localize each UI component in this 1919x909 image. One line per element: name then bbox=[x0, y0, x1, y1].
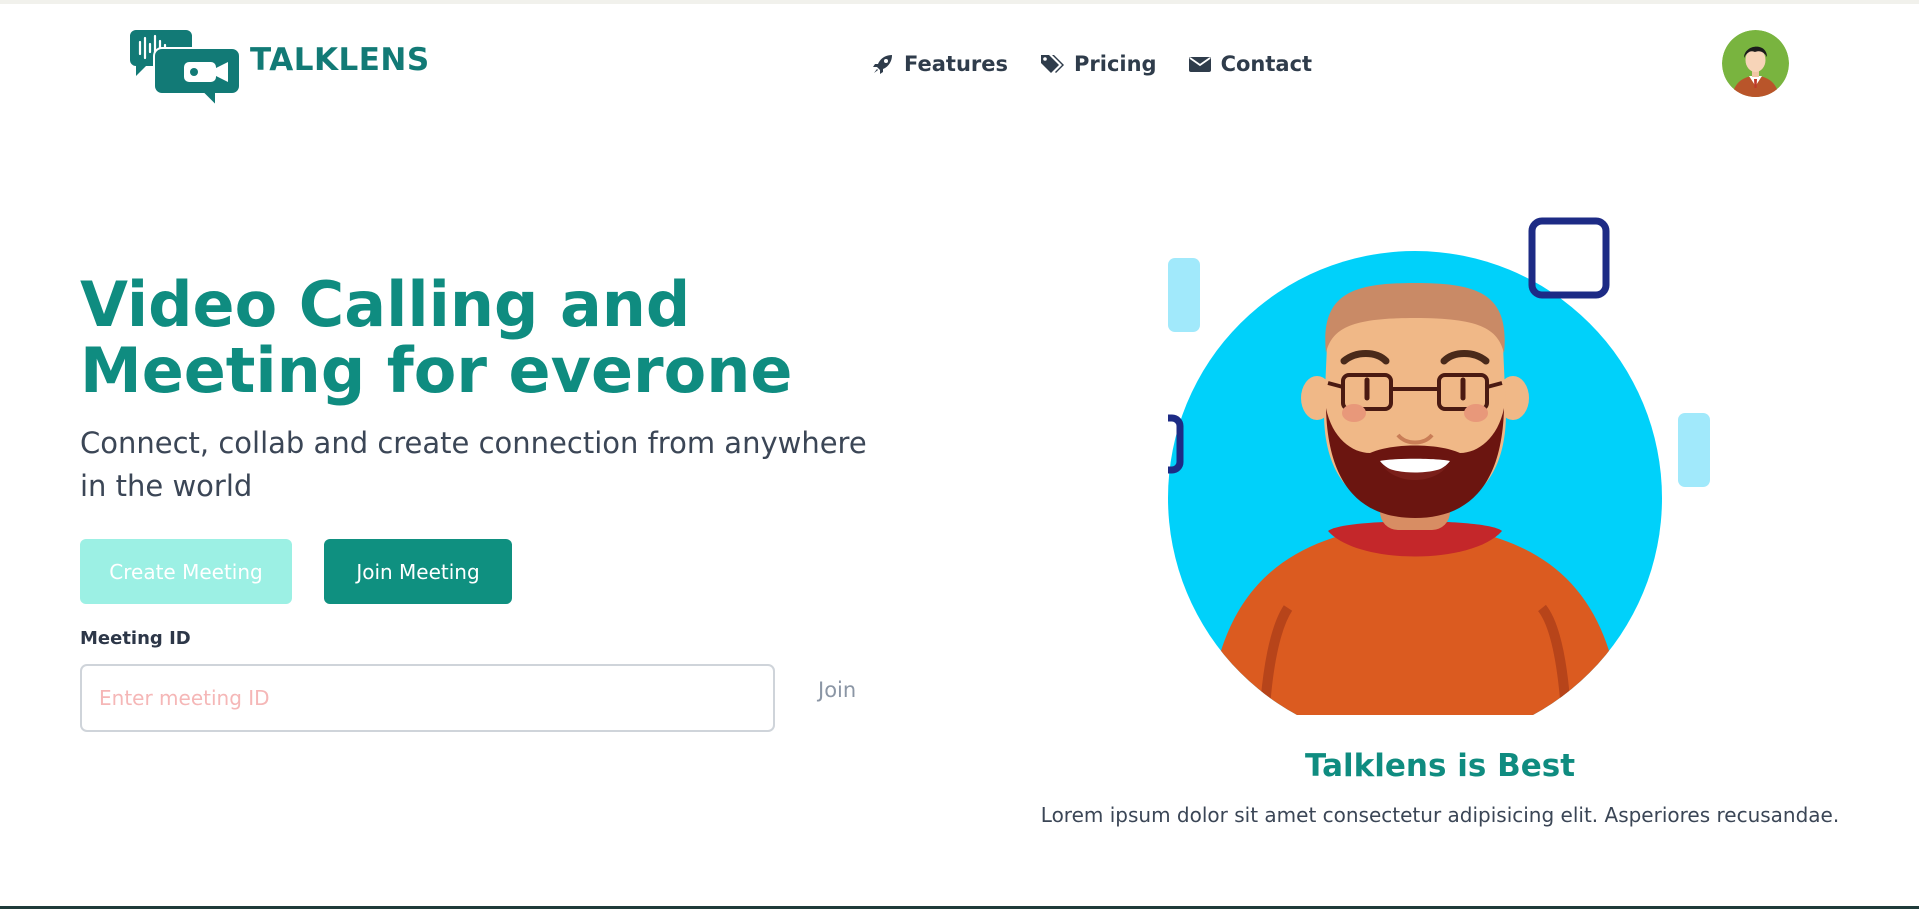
tags-icon bbox=[1041, 55, 1064, 73]
nav-item-label: Contact bbox=[1220, 52, 1313, 76]
decor-square-top bbox=[1528, 217, 1610, 299]
nav-item-contact[interactable]: Contact bbox=[1188, 52, 1313, 76]
nav-item-label: Pricing bbox=[1074, 52, 1157, 76]
hero-subtitle-line2: in the world bbox=[80, 469, 253, 503]
hero-title-line2: Meeting for everone bbox=[80, 334, 793, 407]
rocket-icon bbox=[873, 55, 892, 74]
hero-title-line1: Video Calling and bbox=[80, 268, 691, 341]
nav-item-pricing[interactable]: Pricing bbox=[1040, 52, 1157, 76]
meeting-id-label: Meeting ID bbox=[80, 628, 191, 649]
decor-bar-right bbox=[1678, 413, 1710, 487]
user-avatar[interactable] bbox=[1722, 30, 1789, 97]
decor-bar-left bbox=[1168, 258, 1200, 332]
main-nav: Features Pricing Contact bbox=[872, 52, 1312, 76]
brand-logo[interactable]: TALKLENS bbox=[128, 26, 430, 108]
feature-title: Talklens is Best bbox=[1304, 748, 1576, 784]
chat-bubbles-icon bbox=[130, 30, 241, 108]
create-meeting-button[interactable]: Create Meeting bbox=[80, 539, 292, 604]
top-border bbox=[0, 0, 1919, 4]
hero-subtitle-line1: Connect, collab and create connection fr… bbox=[80, 426, 867, 460]
join-link[interactable]: Join bbox=[818, 678, 856, 702]
user-avatar-icon bbox=[1722, 30, 1789, 97]
join-meeting-button[interactable]: Join Meeting bbox=[324, 539, 512, 604]
hero-subtitle: Connect, collab and create connection fr… bbox=[80, 422, 880, 508]
envelope-icon bbox=[1188, 57, 1211, 72]
brand-name: TALKLENS bbox=[250, 42, 430, 78]
nav-item-features[interactable]: Features bbox=[872, 52, 1008, 76]
hero-illustration bbox=[1124, 213, 1712, 745]
nav-item-label: Features bbox=[904, 52, 1008, 76]
meeting-id-input[interactable] bbox=[80, 664, 775, 732]
feature-text: Lorem ipsum dolor sit amet consectetur a… bbox=[1040, 803, 1840, 827]
hero-title: Video Calling and Meeting for everone bbox=[80, 272, 900, 404]
